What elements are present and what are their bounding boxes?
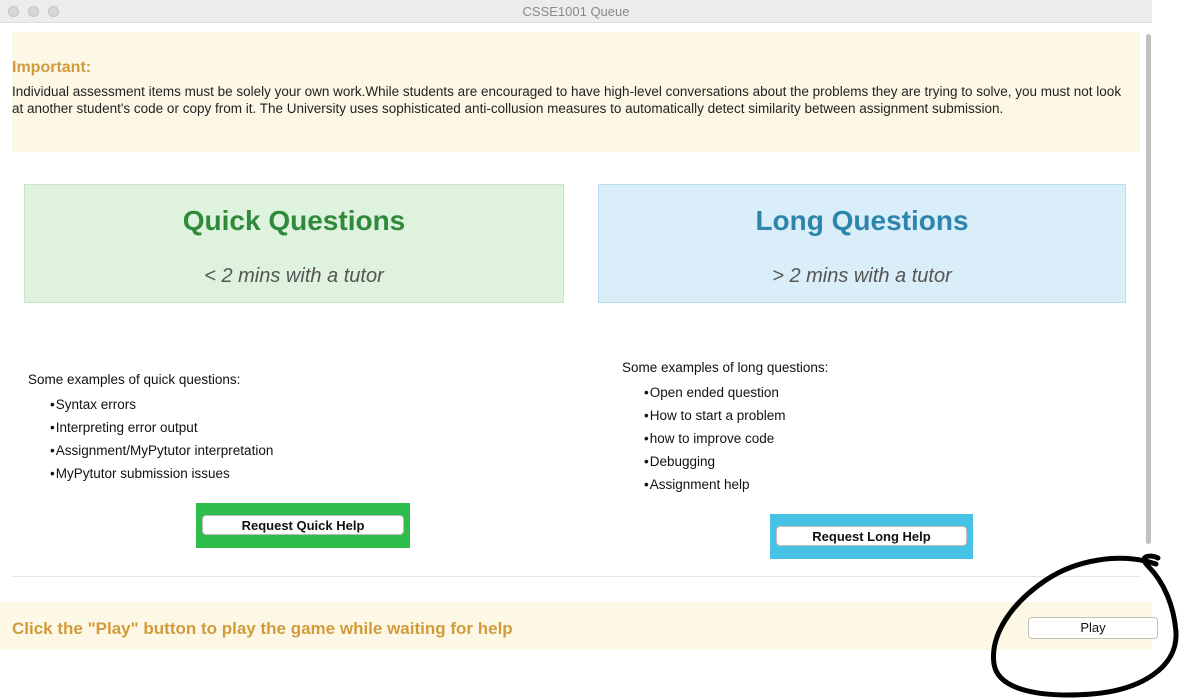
notice-heading: Important: [12, 59, 92, 76]
quick-questions-subtitle: < 2 mins with a tutor [204, 265, 384, 287]
list-item: Assignment help [644, 473, 828, 496]
request-quick-help-button[interactable]: Request Quick Help [202, 515, 404, 535]
long-examples-intro: Some examples of long questions: [622, 360, 829, 375]
important-notice: Important: Individual assessment items m… [12, 32, 1140, 152]
quick-examples-list: Syntax errors Interpreting error output … [28, 393, 274, 485]
request-quick-help-frame: Request Quick Help [196, 503, 410, 548]
list-item: Debugging [644, 450, 828, 473]
play-prompt: Click the "Play" button to play the game… [12, 619, 513, 638]
quick-questions-panel: Quick Questions < 2 mins with a tutor [24, 184, 564, 303]
quick-questions-title: Quick Questions [182, 205, 406, 236]
play-footer: Click the "Play" button to play the game… [0, 602, 1152, 650]
list-item: MyPytutor submission issues [50, 462, 273, 485]
list-item: Assignment/MyPytutor interpretation [50, 439, 274, 462]
long-examples: Some examples of long questions: Open en… [622, 360, 828, 496]
list-item: Open ended question [644, 381, 828, 404]
window-titlebar: CSSE1001 Queue [0, 0, 1152, 23]
long-examples-list: Open ended question How to start a probl… [622, 381, 828, 496]
window-title: CSSE1001 Queue [522, 4, 630, 19]
long-questions-title: Long Questions [755, 205, 969, 236]
list-item: how to improve code [644, 427, 828, 450]
long-questions-subtitle: > 2 mins with a tutor [772, 265, 952, 287]
play-button[interactable]: Play [1028, 617, 1158, 639]
vertical-scrollbar[interactable] [1144, 30, 1152, 600]
long-questions-panel: Long Questions > 2 mins with a tutor [598, 184, 1126, 303]
scrollbar-thumb[interactable] [1146, 34, 1151, 544]
request-long-help-button[interactable]: Request Long Help [776, 526, 967, 546]
quick-examples: Some examples of quick questions: Syntax… [28, 372, 273, 485]
notice-body: Individual assessment items must be sole… [12, 84, 1122, 116]
list-item: Syntax errors [50, 393, 273, 416]
quick-examples-intro: Some examples of quick questions: [28, 372, 241, 387]
list-item: How to start a problem [644, 404, 828, 427]
divider [12, 576, 1140, 577]
list-item: Interpreting error output [50, 416, 273, 439]
request-long-help-frame: Request Long Help [770, 514, 973, 559]
